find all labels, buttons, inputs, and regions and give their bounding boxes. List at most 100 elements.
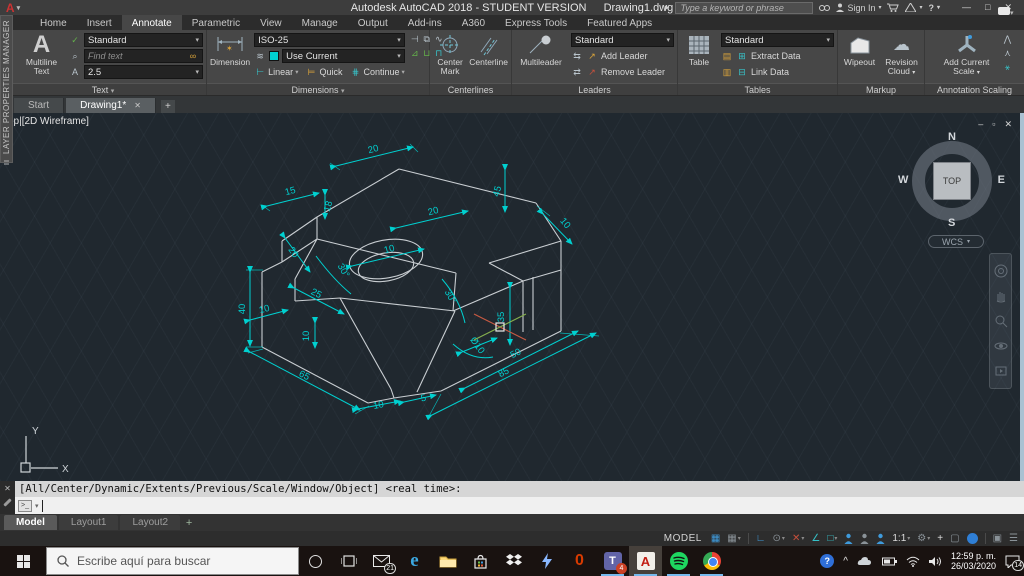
align-icon[interactable]: ⇄ (571, 67, 583, 78)
panel-label-leaders[interactable]: Leaders (512, 83, 677, 95)
minimize-button[interactable]: — (962, 2, 971, 13)
graphics-performance-icon[interactable] (966, 533, 978, 544)
onedrive-icon[interactable] (857, 556, 873, 566)
viewcube-east[interactable]: E (998, 174, 1005, 186)
help-search-input[interactable] (675, 1, 814, 14)
speaker-icon[interactable] (928, 556, 942, 567)
edge-button[interactable]: e (398, 546, 431, 576)
office-button[interactable]: 0 (563, 546, 596, 576)
find-text-field[interactable]: Find text ∞ (84, 49, 203, 63)
annotation-scale-icon[interactable] (876, 533, 885, 544)
viewcube-south[interactable]: S (948, 217, 955, 229)
panel-label-tables[interactable]: Tables (678, 83, 837, 95)
polar-tracking-toggle[interactable]: ⊙ ▾ (773, 533, 785, 544)
showmotion-icon[interactable] (994, 364, 1008, 378)
remove-leader-button[interactable]: Remove Leader (601, 67, 665, 77)
panel-label-dimensions[interactable]: Dimensions ▾ (207, 83, 429, 95)
battery-icon[interactable] (881, 557, 897, 566)
layer-properties-palette-tab[interactable]: LAYER PROPERTIES MANAGER ≣ (0, 15, 13, 167)
dim-style-dropdown[interactable]: ISO-25 ▾ (254, 33, 405, 47)
grid-toggle[interactable]: ▦ (711, 533, 720, 544)
taskbar-clock[interactable]: 12:59 p. m. 26/03/2020 (951, 551, 996, 571)
panel-label-centerlines[interactable]: Centerlines (430, 83, 511, 95)
autoscale-toggle[interactable] (860, 533, 869, 544)
chevron-down-icon[interactable]: ▾ (35, 502, 39, 510)
wcs-menu[interactable]: WCS ▾ (928, 235, 984, 248)
panel-label-text[interactable]: Text ▾ (0, 83, 206, 95)
ribbon-tab-add-ins[interactable]: Add-ins (398, 15, 452, 30)
start-button[interactable] (0, 546, 46, 576)
collect-icon[interactable]: ⇆ (571, 51, 583, 62)
new-drawing-button[interactable]: + (160, 100, 175, 113)
isodraft-toggle[interactable]: ✕ ▾ (792, 533, 804, 544)
continue-button[interactable]: ⋕ Continue ▾ (349, 67, 405, 78)
dropbox-button[interactable] (497, 546, 530, 576)
table-style-dropdown[interactable]: Standard ▾ (721, 33, 834, 47)
app-store-cart-icon[interactable] (887, 3, 900, 12)
wifi-icon[interactable] (906, 556, 920, 567)
mleader-style-dropdown[interactable]: Standard ▾ (571, 33, 674, 47)
search-expand-icon[interactable]: ▸ (665, 2, 670, 13)
viewcube-north[interactable]: N (948, 131, 956, 143)
ribbon-collapse-button[interactable]: ▾ (998, 2, 1016, 17)
ortho-toggle[interactable]: ∟ (756, 533, 766, 544)
ribbon-tab-insert[interactable]: Insert (77, 15, 122, 30)
find-icon[interactable]: ⌕ (69, 51, 81, 62)
wrench-icon[interactable] (3, 498, 12, 507)
customization-plus[interactable]: + (937, 533, 943, 544)
object-snap-toggle[interactable]: □ ▾ (827, 533, 837, 544)
model-space-indicator[interactable]: MODEL (664, 533, 702, 544)
ribbon-tab-parametric[interactable]: Parametric (182, 15, 250, 30)
quick-dimension-button[interactable]: ⊨ Quick (305, 67, 343, 78)
annotation-scale-value[interactable]: 1:1 ▾ (892, 533, 910, 544)
multileader-button[interactable]: Multileader (515, 32, 567, 81)
workspace-switching-gear[interactable]: ⚙ ▾ (917, 533, 930, 544)
search-icon[interactable] (819, 4, 831, 12)
a360-icon[interactable]: ▾ (905, 3, 923, 12)
ribbon-tab-express-tools[interactable]: Express Tools (495, 15, 577, 30)
help-tray-icon[interactable]: ? (820, 554, 835, 568)
task-view-button[interactable] (332, 546, 365, 576)
orbit-icon[interactable] (994, 339, 1008, 353)
centerline-button[interactable]: Centerline (469, 32, 508, 81)
mail-button[interactable]: 21 (365, 546, 398, 576)
annoscale-tool-icon[interactable]: ⋀ (1002, 34, 1014, 48)
ribbon-tab-manage[interactable]: Manage (292, 15, 348, 30)
dimension-button[interactable]: ✶ Dimension (210, 32, 250, 81)
panel-label-markup[interactable]: Markup (838, 83, 924, 95)
ribbon-tab-home[interactable]: Home (30, 15, 77, 30)
chrome-button[interactable] (695, 546, 728, 576)
annoscale-tool-icon[interactable]: ⚹ (1002, 62, 1014, 76)
tab-model[interactable]: Model (4, 515, 57, 530)
ribbon-tab-annotate[interactable]: Annotate (121, 15, 182, 30)
add-leader-button[interactable]: Add Leader (601, 51, 648, 61)
snap-toggle[interactable]: ▦ ▾ (727, 533, 740, 544)
close-icon[interactable]: ✕ (134, 101, 141, 110)
autocad-taskbar-button[interactable]: A (629, 546, 662, 576)
break-dim-icon[interactable]: ⊣ (409, 34, 421, 48)
clean-screen-icon[interactable]: ▣ (993, 533, 1002, 544)
tab-drawing1[interactable]: Drawing1* ✕ (66, 98, 156, 113)
tab-layout1[interactable]: Layout1 (58, 515, 119, 530)
extract-data-button[interactable]: Extract Data (751, 51, 801, 61)
sign-in-button[interactable]: Sign In ▾ (836, 3, 881, 13)
revision-cloud-button[interactable]: ☁ Revision Cloud ▾ (882, 32, 921, 81)
annoscale-tool-icon[interactable]: ⋏ (1002, 48, 1014, 62)
new-layout-button[interactable]: + (182, 516, 196, 530)
command-history[interactable]: [All/Center/Dynamic/Extents/Previous/Sca… (15, 481, 1024, 497)
ribbon-tab-a360[interactable]: A360 (452, 15, 495, 30)
tab-start[interactable]: Start (14, 98, 65, 113)
viewcube-west[interactable]: W (898, 174, 908, 186)
ribbon-tab-view[interactable]: View (250, 15, 292, 30)
navigation-wheel-icon[interactable] (994, 264, 1008, 278)
zoom-icon[interactable] (994, 314, 1008, 328)
teams-button[interactable]: T 4 (596, 546, 629, 576)
linear-button[interactable]: ⊢ Linear ▾ (254, 67, 298, 78)
link-data-button[interactable]: Link Data (751, 67, 789, 77)
center-mark-button[interactable]: Center Mark (433, 32, 467, 81)
text-height-dropdown[interactable]: 2.5 ▾ (84, 65, 203, 79)
cortana-button[interactable] (299, 546, 332, 576)
action-center-button[interactable]: 14 (1005, 555, 1024, 571)
spotify-button[interactable] (662, 546, 695, 576)
maximize-button[interactable]: □ (985, 2, 990, 13)
